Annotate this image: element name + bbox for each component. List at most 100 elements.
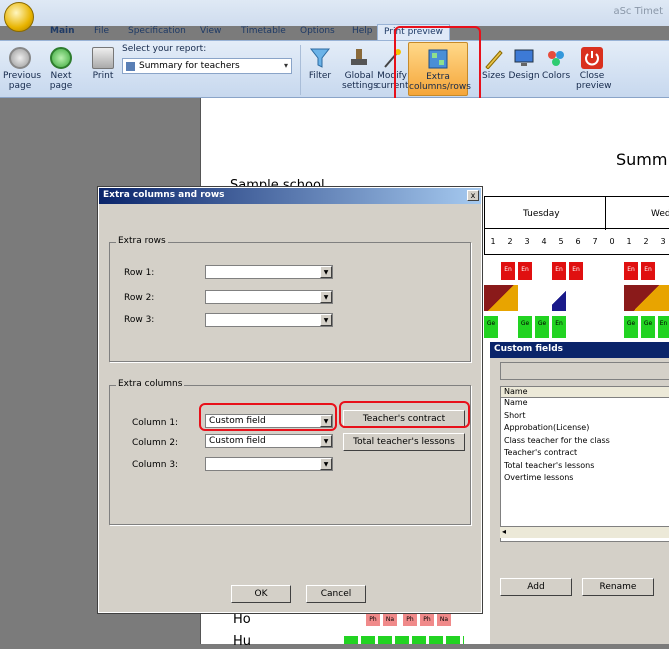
global-settings-button[interactable]: Global settings [342, 47, 378, 91]
rename-field-button[interactable]: Rename [582, 578, 654, 596]
row2-select[interactable]: ▼ [205, 290, 333, 304]
tab-specification[interactable]: Specification [128, 26, 186, 36]
highlight-column1-select [199, 403, 337, 431]
horizontal-scrollbar[interactable]: ◂ [500, 526, 669, 538]
lesson-cell-split [484, 285, 518, 311]
lesson-cell: Na [383, 612, 397, 626]
row3-label: Row 3: [124, 315, 155, 325]
list-item[interactable]: Name [501, 398, 669, 411]
lesson-cell: Ph [403, 612, 417, 626]
lesson-cell: Ph [366, 612, 380, 626]
arrow-left-icon [9, 47, 31, 69]
lesson-cell: En [658, 316, 669, 338]
tab-main[interactable]: Main [50, 26, 75, 36]
cancel-button[interactable]: Cancel [306, 585, 366, 603]
chevron-down-icon: ▼ [320, 435, 332, 447]
next-page-button[interactable]: Next page [46, 47, 76, 91]
timetable-period-header: 1 2 3 4 5 6 7 0 1 2 3 [484, 229, 669, 255]
row1-select[interactable]: ▼ [205, 265, 333, 279]
document-title: Summ [616, 150, 668, 169]
custom-fields-list[interactable]: Name Name Short Approbation(License) Cla… [500, 386, 669, 542]
column3-label: Column 3: [132, 460, 179, 470]
ribbon-tabs: Main File Specification View Timetable O… [0, 24, 669, 41]
tab-help[interactable]: Help [352, 26, 373, 36]
extra-columns-rows-dialog: Extra columns and rows x Extra rows Row … [97, 186, 483, 614]
highlight-teachers-contract [339, 401, 470, 428]
lesson-cell: En [518, 262, 532, 280]
power-icon [581, 47, 603, 69]
column2-select[interactable]: Custom field ▼ [205, 434, 333, 448]
close-icon[interactable]: x [467, 190, 479, 201]
title-bar [0, 0, 669, 26]
lesson-cell: En [641, 262, 655, 280]
row2-label: Row 2: [124, 293, 155, 303]
scroll-left-icon[interactable]: ◂ [502, 527, 506, 536]
row3-select[interactable]: ▼ [205, 313, 333, 327]
lesson-cell: Ge [641, 316, 655, 338]
dialog-title: Extra columns and rows [99, 188, 481, 204]
monitor-icon [513, 47, 535, 69]
day-tuesday: Tuesday [523, 209, 560, 219]
tab-view[interactable]: View [200, 26, 221, 36]
list-item[interactable]: Class teacher for the class [501, 436, 669, 449]
custom-fields-title: Custom fields [490, 342, 669, 358]
chevron-down-icon: ▼ [320, 266, 332, 278]
list-item[interactable]: Overtime lessons [501, 473, 669, 486]
lesson-cell: En [624, 262, 638, 280]
add-field-button[interactable]: Add [500, 578, 572, 596]
stamp-icon [348, 47, 370, 69]
timetable-day-header: Tuesday Wed [484, 196, 669, 230]
list-item[interactable]: Approbation(License) [501, 423, 669, 436]
lesson-cell: Ge [535, 316, 549, 338]
column2-label: Column 2: [132, 438, 179, 448]
arrow-right-icon [50, 47, 72, 69]
palette-icon [545, 47, 567, 69]
tab-timetable[interactable]: Timetable [241, 26, 286, 36]
list-header: Name [501, 387, 669, 398]
ribbon: Previous page Next page Print Filter Glo… [0, 40, 669, 98]
ruler-icon [482, 47, 504, 70]
list-item[interactable]: Short [501, 411, 669, 424]
tab-options[interactable]: Options [300, 26, 335, 36]
lesson-cell: En [552, 316, 566, 338]
previous-page-button[interactable]: Previous page [3, 47, 41, 91]
chevron-down-icon: ▼ [320, 314, 332, 326]
report-select-label: Select your report: [122, 44, 207, 54]
chevron-down-icon: ▼ [320, 458, 332, 470]
lesson-cell: Ge [624, 316, 638, 338]
list-item[interactable]: Total teacher's lessons [501, 461, 669, 474]
app-title: aSc Timet [613, 6, 663, 17]
day-wednesday: Wed [651, 209, 669, 219]
lesson-cell-split [624, 285, 669, 311]
filter-icon [309, 47, 331, 69]
lesson-row-hu [344, 636, 464, 644]
custom-fields-window: Custom fields Name Name Short Approbatio… [489, 342, 669, 644]
sizes-button[interactable]: Sizes [482, 47, 505, 81]
custom-fields-toolbar [500, 362, 669, 380]
lesson-cell: En [569, 262, 583, 280]
lesson-cell: Ph [420, 612, 434, 626]
filter-button[interactable]: Filter [306, 47, 334, 81]
lesson-cell: Ge [484, 316, 498, 338]
ok-button[interactable]: OK [231, 585, 291, 603]
tab-file[interactable]: File [94, 26, 109, 36]
design-button[interactable]: Design [508, 47, 540, 81]
colors-button[interactable]: Colors [542, 47, 570, 81]
close-preview-button[interactable]: Close preview [576, 47, 611, 91]
row-label-hu: Hu [233, 634, 252, 649]
list-item[interactable]: Teacher's contract [501, 448, 669, 461]
lesson-cell-split [552, 285, 566, 311]
report-icon [126, 62, 135, 71]
row-label-ho: Ho [233, 612, 251, 627]
report-select[interactable]: Summary for teachers ▾ [122, 58, 292, 74]
printer-icon [92, 47, 114, 69]
chevron-down-icon: ▼ [320, 291, 332, 303]
lesson-cell: Ge [518, 316, 532, 338]
column3-select[interactable]: ▼ [205, 457, 333, 471]
ribbon-separator [300, 45, 301, 95]
total-teachers-lessons-button[interactable]: Total teacher's lessons [343, 433, 465, 451]
lesson-cell: En [501, 262, 515, 280]
print-button[interactable]: Print [88, 47, 118, 81]
row1-label: Row 1: [124, 268, 155, 278]
lesson-cell: Na [437, 612, 451, 626]
